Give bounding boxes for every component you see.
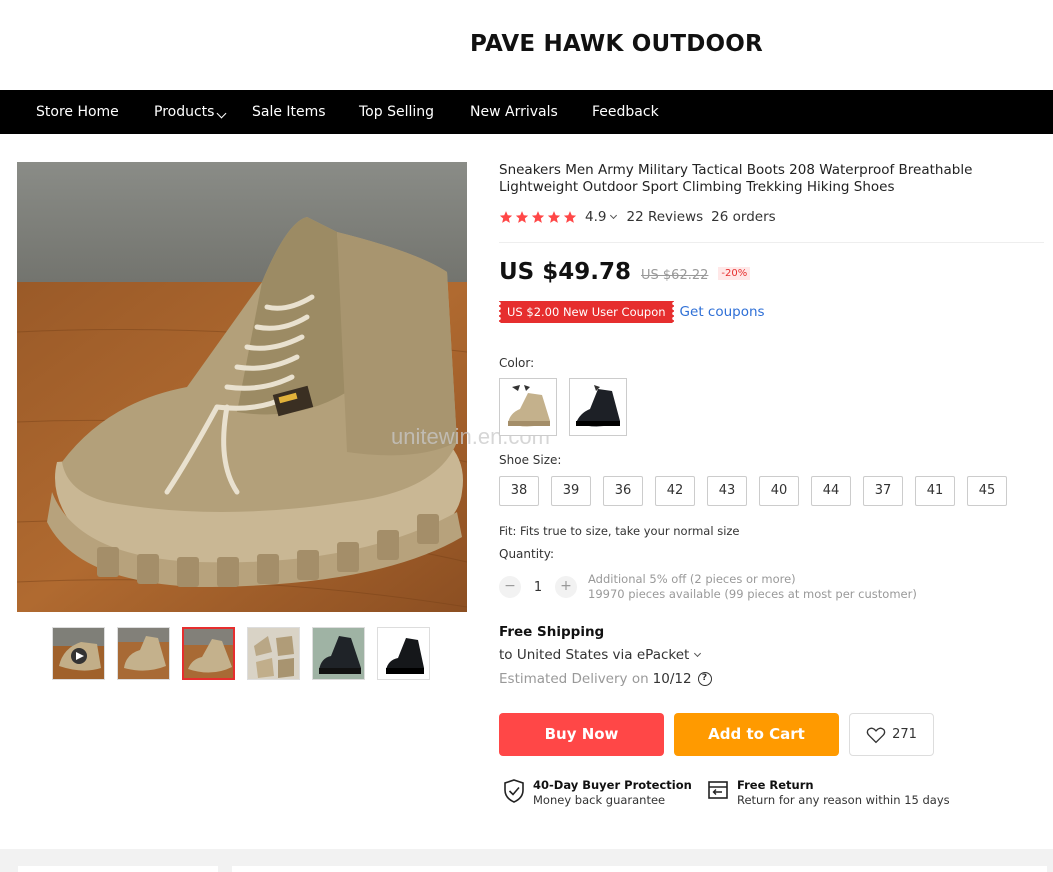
color-label: Color: (499, 356, 535, 370)
coupon-badge[interactable]: US $2.00 New User Coupon (497, 301, 676, 323)
size-label: Shoe Size: (499, 453, 562, 467)
thumbnail-5[interactable] (312, 627, 365, 680)
size-option[interactable]: 39 (551, 476, 591, 506)
quantity-value[interactable]: 1 (521, 580, 555, 595)
size-option[interactable]: 40 (759, 476, 799, 506)
delivery-label: Estimated Delivery on (499, 671, 649, 687)
footer-tab (18, 866, 218, 872)
buyer-protection-text: 40-Day Buyer Protection Money back guara… (533, 778, 692, 808)
buyer-protection: 40-Day Buyer Protection Money back guara… (503, 778, 692, 808)
delivery-date: 10/12 (652, 671, 692, 687)
quantity-stepper: − 1 + Additional 5% off (2 pieces or mor… (499, 572, 917, 602)
return-icon (708, 781, 728, 799)
size-option[interactable]: 44 (811, 476, 851, 506)
reviews-count[interactable]: 22 Reviews (626, 209, 703, 225)
nav-sale-items[interactable]: Sale Items (252, 90, 326, 134)
divider (499, 242, 1044, 243)
color-option-black[interactable] (569, 378, 627, 436)
help-icon[interactable]: ? (697, 672, 712, 686)
size-option[interactable]: 37 (863, 476, 903, 506)
price-row: US $49.78 US $62.22 -20% (499, 259, 751, 285)
nav-feedback[interactable]: Feedback (592, 90, 659, 134)
chevron-down-icon[interactable] (610, 211, 618, 220)
buy-now-button[interactable]: Buy Now (499, 713, 664, 756)
free-return-title: Free Return (737, 778, 814, 792)
store-name: PAVE HAWK OUTDOOR (470, 31, 763, 57)
nav-store-home[interactable]: Store Home (36, 90, 119, 134)
wishlist-button[interactable]: 271 (849, 713, 934, 756)
size-option[interactable]: 45 (967, 476, 1007, 506)
thumbnail-2[interactable] (117, 627, 170, 680)
quantity-info: Additional 5% off (2 pieces or more) 199… (588, 572, 917, 602)
star-icon (515, 211, 529, 223)
increase-quantity-button[interactable]: + (555, 576, 577, 598)
size-option[interactable]: 38 (499, 476, 539, 506)
star-icon (499, 211, 513, 223)
rating-stars (499, 210, 577, 224)
size-option[interactable]: 42 (655, 476, 695, 506)
shield-check-icon (504, 779, 524, 803)
shipping-title: Free Shipping (499, 624, 605, 640)
nav-products-label: Products (154, 104, 215, 120)
color-option-tan[interactable] (499, 378, 557, 436)
size-option[interactable]: 41 (915, 476, 955, 506)
footer-panel (232, 866, 1047, 872)
fit-note: Fit: Fits true to size, take your normal… (499, 524, 740, 538)
estimated-delivery: Estimated Delivery on 10/12 ? (499, 671, 712, 687)
coupon-row: US $2.00 New User Coupon Get coupons (497, 301, 765, 323)
nav-products[interactable]: Products (154, 90, 227, 134)
heart-icon (866, 726, 886, 743)
store-header: PAVE HAWK OUTDOOR (0, 0, 1053, 90)
rating-row: 4.9 22 Reviews 26 orders (499, 208, 776, 226)
orders-count: 26 orders (711, 209, 776, 225)
store-nav: Store Home Products Sale Items Top Selli… (0, 90, 1053, 134)
buyer-protection-subtitle: Money back guarantee (533, 793, 666, 807)
size-option[interactable]: 36 (603, 476, 643, 506)
rating-value[interactable]: 4.9 (585, 209, 606, 225)
quantity-label: Quantity: (499, 547, 555, 561)
chevron-down-icon (217, 108, 227, 119)
free-return: Free Return Return for any reason within… (707, 778, 950, 808)
thumbnail-4[interactable] (247, 627, 300, 680)
availability-text: 19970 pieces available (99 pieces at mos… (588, 587, 917, 601)
nav-top-selling[interactable]: Top Selling (359, 90, 434, 134)
free-return-subtitle: Return for any reason within 15 days (737, 793, 950, 807)
get-coupons-link[interactable]: Get coupons (680, 304, 765, 320)
star-icon (547, 211, 561, 223)
buyer-protection-title: 40-Day Buyer Protection (533, 778, 692, 792)
size-option[interactable]: 43 (707, 476, 747, 506)
wishlist-count: 271 (892, 727, 917, 742)
shipping-method-text: to United States via ePacket (499, 647, 690, 663)
product-title: Sneakers Men Army Military Tactical Boot… (499, 162, 973, 195)
chevron-down-icon (694, 649, 702, 658)
thumbnail-6[interactable] (377, 627, 430, 680)
decrease-quantity-button[interactable]: − (499, 576, 521, 598)
original-price: US $62.22 (641, 268, 709, 283)
main-product-image[interactable] (17, 162, 467, 612)
bulk-discount-text: Additional 5% off (2 pieces or more) (588, 572, 796, 586)
add-to-cart-button[interactable]: Add to Cart (674, 713, 839, 756)
current-price: US $49.78 (499, 259, 632, 285)
shipping-method-selector[interactable]: to United States via ePacket (499, 647, 702, 663)
star-icon (563, 211, 577, 223)
star-icon (531, 211, 545, 223)
free-return-text: Free Return Return for any reason within… (737, 778, 950, 808)
discount-badge: -20% (718, 267, 751, 280)
thumbnail-3-selected[interactable] (182, 627, 235, 680)
nav-new-arrivals[interactable]: New Arrivals (470, 90, 558, 134)
thumbnail-video[interactable] (52, 627, 105, 680)
